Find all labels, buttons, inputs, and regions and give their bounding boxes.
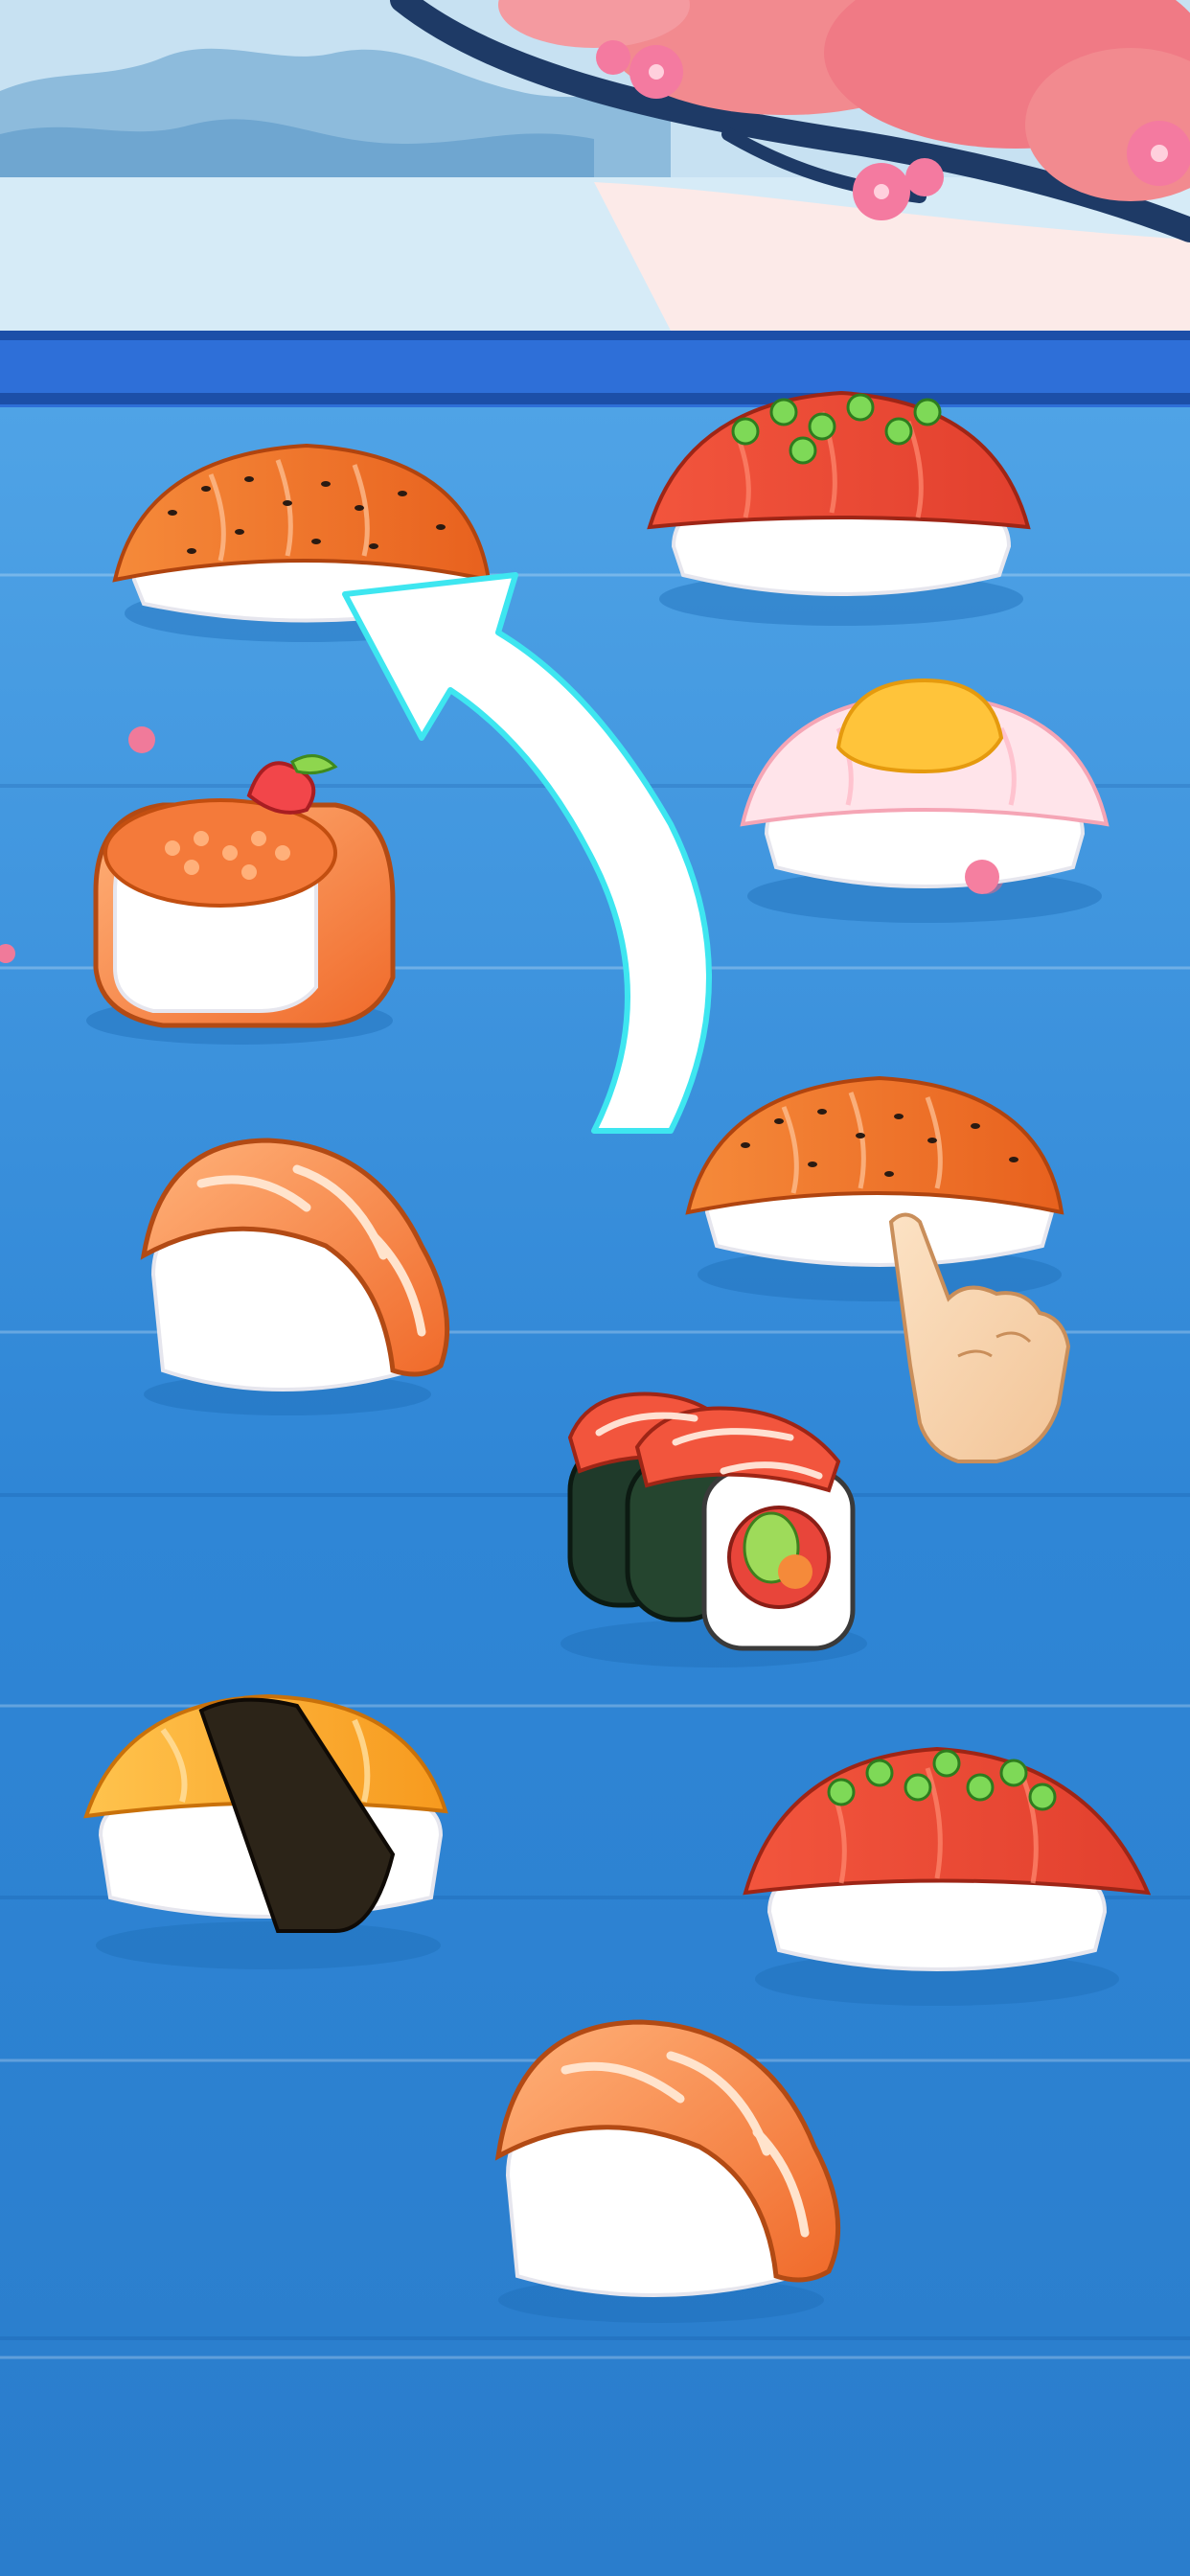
- conveyor-rail: [0, 331, 1190, 407]
- game-stage: [0, 0, 1190, 2576]
- background-scene: [0, 0, 1190, 331]
